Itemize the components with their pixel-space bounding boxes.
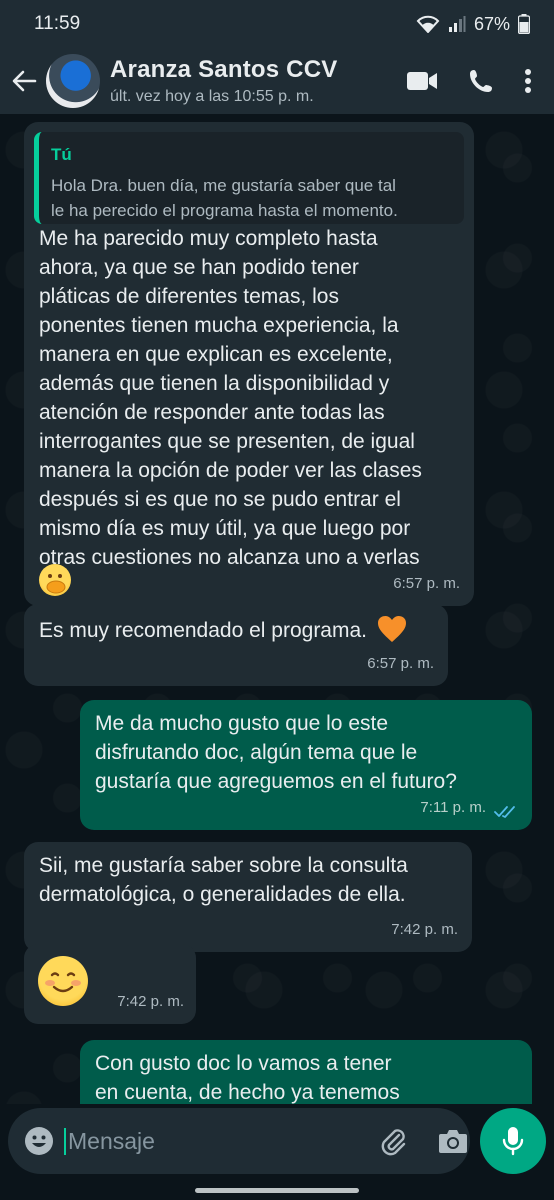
microphone-icon xyxy=(502,1127,524,1156)
voice-call-icon[interactable] xyxy=(468,68,494,94)
message-line: dermatológica, o generalidades de ella. xyxy=(39,883,406,906)
status-time: 11:59 xyxy=(34,13,81,34)
signal-icon xyxy=(448,16,466,32)
back-button[interactable] xyxy=(2,59,46,103)
chat-header: Aranza Santos CCV últ. vez hoy a las 10:… xyxy=(0,48,554,114)
contact-info[interactable]: Aranza Santos CCV últ. vez hoy a las 10:… xyxy=(110,56,406,106)
message-bubble-incoming[interactable]: Es muy recomendado el programa. 6:57 p. … xyxy=(24,604,448,686)
quoted-message[interactable]: Tú Hola Dra. buen día, me gustaría saber… xyxy=(34,132,464,224)
message-line: manera la opción de poder ver las clases xyxy=(39,459,422,482)
attach-clip-icon[interactable] xyxy=(378,1126,408,1156)
message-bubble-incoming[interactable]: Sii, me gustaría saber sobre la consulta… xyxy=(24,842,472,952)
message-text: Con gusto doc lo vamos a tener en cuenta… xyxy=(95,1049,525,1104)
voice-message-button[interactable] xyxy=(480,1108,546,1174)
home-indicator[interactable] xyxy=(195,1188,359,1193)
message-input[interactable] xyxy=(64,1127,344,1155)
quote-line: Hola Dra. buen día, me gustaría saber qu… xyxy=(51,176,396,195)
message-line: ponentes tienen mucha experiencia, la xyxy=(39,314,399,337)
message-line: además que tienen la disponibilidad y xyxy=(39,372,390,395)
message-line: gustaría que agreguemos en el futuro? xyxy=(95,770,457,793)
quote-author: Tú xyxy=(51,145,72,164)
quote-text: Hola Dra. buen día, me gustaría saber qu… xyxy=(51,173,452,223)
message-line: Sii, me gustaría saber sobre la consulta xyxy=(39,854,408,877)
message-text: Me ha parecido muy completo hasta ahora,… xyxy=(39,224,469,572)
status-icons: 67% xyxy=(416,14,530,35)
back-arrow-icon xyxy=(12,70,37,92)
message-text: Es muy recomendado el programa. xyxy=(39,615,407,645)
message-list[interactable]: Tú Hola Dra. buen día, me gustaría saber… xyxy=(0,114,554,1104)
message-line: disfrutando doc, algún tema que le xyxy=(95,741,418,764)
message-text: Me da mucho gusto que lo este disfrutand… xyxy=(95,709,525,796)
message-bubble-incoming[interactable]: 7:42 p. m. xyxy=(24,944,196,1024)
contact-avatar[interactable] xyxy=(46,54,100,108)
camera-icon[interactable] xyxy=(438,1128,468,1154)
emoji-icon[interactable] xyxy=(24,1126,54,1156)
message-line: en cuenta, de hecho ya tenemos xyxy=(95,1081,400,1104)
message-line: manera en que explican es excelente, xyxy=(39,343,393,366)
message-line: Con gusto doc lo vamos a tener xyxy=(95,1052,392,1075)
message-line: mismo día es muy útil, ya que luego por xyxy=(39,517,411,540)
wifi-icon xyxy=(416,15,440,33)
message-bubble-outgoing[interactable]: Con gusto doc lo vamos a tener en cuenta… xyxy=(80,1040,532,1104)
message-composer xyxy=(8,1108,470,1174)
more-options-icon[interactable] xyxy=(524,68,532,94)
battery-icon xyxy=(518,14,530,34)
contact-name: Aranza Santos CCV xyxy=(110,56,338,83)
message-bubble-incoming[interactable]: Tú Hola Dra. buen día, me gustaría saber… xyxy=(24,122,474,606)
status-bar: 11:59 67% xyxy=(0,0,554,48)
message-line: atención de responder ante todas las xyxy=(39,401,385,424)
face-with-hand-over-mouth-emoji-icon xyxy=(39,564,71,596)
message-bubble-outgoing[interactable]: Me da mucho gusto que lo este disfrutand… xyxy=(80,700,532,830)
orange-heart-emoji-icon xyxy=(377,616,406,642)
message-time: 6:57 p. m. xyxy=(393,575,460,592)
message-time: 7:42 p. m. xyxy=(117,993,184,1010)
message-line: otras cuestiones no alcanza uno a verlas xyxy=(39,546,420,569)
composer-bar xyxy=(0,1104,554,1200)
message-text: Sii, me gustaría saber sobre la consulta… xyxy=(39,851,469,909)
message-line: interrogantes que se presenten, de igual xyxy=(39,430,415,453)
message-time: 7:42 p. m. xyxy=(391,921,458,938)
quote-line: le ha perecido el programa hasta el mome… xyxy=(51,201,398,220)
message-time: 7:11 p. m. xyxy=(420,799,486,816)
battery-percent: 67% xyxy=(473,13,510,34)
message-time: 6:57 p. m. xyxy=(367,655,434,672)
message-line: pláticas de diferentes temas, los xyxy=(39,285,339,308)
last-seen: últ. vez hoy a las 10:55 p. m. xyxy=(110,88,314,105)
message-line: ahora, ya que se han podido tener xyxy=(39,256,359,279)
message-line: Me ha parecido muy completo hasta xyxy=(39,227,378,250)
message-line: después si es que no se pudo entrar el xyxy=(39,488,401,511)
double-check-read-icon xyxy=(494,806,515,818)
smiling-face-emoji-icon xyxy=(38,956,88,1006)
message-line: Es muy recomendado el programa. xyxy=(39,619,367,642)
video-call-icon[interactable] xyxy=(406,70,438,92)
message-line: Me da mucho gusto que lo este xyxy=(95,712,389,735)
